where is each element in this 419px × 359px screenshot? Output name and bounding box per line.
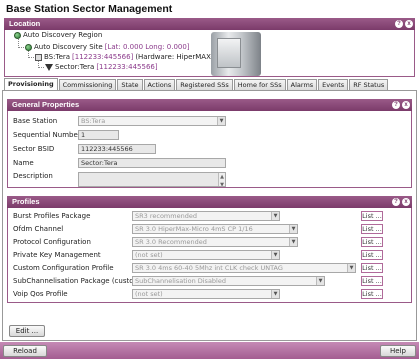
name-field[interactable]: Sector:Tera [78, 158, 226, 168]
edit-button[interactable]: Edit ... [9, 325, 45, 337]
profile-label: SubChannelisation Package (custom) [13, 277, 144, 285]
sector-antenna-icon [45, 63, 53, 71]
general-close-icon[interactable]: x [402, 101, 410, 109]
location-tree-panel: Auto Discovery Region Auto Discovery Sit… [4, 30, 415, 77]
profile-label: Burst Profiles Package [13, 212, 91, 220]
tab-commissioning[interactable]: Commissioning [58, 79, 117, 90]
profile-label: Custom Configuration Profile [13, 264, 114, 272]
protocol-configuration-list-button[interactable]: List ... [361, 237, 383, 247]
general-help-icon[interactable]: ? [392, 101, 400, 109]
chevron-down-icon: ▼ [289, 225, 297, 233]
globe-icon [14, 31, 21, 39]
private-key-management-select[interactable]: (not set) ▼ [132, 250, 280, 260]
chevron-down-icon: ▼ [217, 117, 225, 125]
tree-node-sector[interactable]: Sector:Tera [112233:445566] [45, 63, 158, 71]
sector-bsid-field[interactable]: 112233:445566 [78, 144, 156, 154]
chevron-down-icon: ▼ [289, 238, 297, 246]
site-globe-icon [25, 43, 32, 51]
custom-configuration-list-button[interactable]: List ... [361, 263, 383, 273]
tab-events[interactable]: Events [318, 79, 349, 90]
description-textarea[interactable]: ▲ ▼ [78, 172, 226, 187]
voip-qos-profile-select[interactable]: (not set) ▼ [132, 289, 280, 299]
base-station-select[interactable]: BS:Tera ▼ [78, 116, 226, 126]
help-icon[interactable]: ? [395, 20, 403, 28]
custom-configuration-profile-select[interactable]: SR 3.0 4ms 60-40 5Mhz int CLK check UNTA… [132, 263, 356, 273]
name-label: Name [13, 159, 34, 167]
profile-label: Private Key Management [13, 251, 101, 259]
sequential-number-field[interactable]: 1 [78, 130, 119, 140]
general-properties-header: General Properties ? x [7, 99, 412, 111]
tab-rf-status[interactable]: RF Status [349, 79, 389, 90]
profile-label: Ofdm Channel [13, 225, 64, 233]
provisioning-panel: General Properties ? x Base Station BS:T… [2, 90, 417, 341]
chevron-down-icon: ▼ [271, 251, 279, 259]
ofdm-channel-list-button[interactable]: List ... [361, 224, 383, 234]
chevron-down-icon: ▼ [271, 290, 279, 298]
base-station-icon [35, 53, 42, 61]
profiles-header: Profiles ? x [7, 196, 412, 208]
profiles-close-icon[interactable]: x [402, 198, 410, 206]
profile-label: Protocol Configuration [13, 238, 91, 246]
help-button[interactable]: Help [380, 345, 416, 357]
footer-bar: Reload Help [0, 342, 419, 359]
location-header: Location ? x [4, 18, 415, 30]
voip-qos-list-button[interactable]: List ... [361, 289, 383, 299]
description-label: Description [13, 172, 53, 180]
tab-provisioning[interactable]: Provisioning [4, 78, 58, 90]
chevron-down-icon: ▼ [316, 277, 324, 285]
tab-bar: Provisioning Commissioning State Actions… [4, 78, 389, 90]
tree-node-base-station[interactable]: BS:Tera [112233:445566] (Hardware: HiperM… [35, 53, 235, 61]
ofdm-channel-select[interactable]: SR 3.0 HiperMax-Micro 4mS CP 1/16 ▼ [132, 224, 298, 234]
sector-bsid-label: Sector BSID [13, 145, 55, 153]
burst-profiles-select[interactable]: SR3 recommended ▼ [132, 211, 280, 221]
tab-registered-sss[interactable]: Registered SSs [176, 79, 233, 90]
burst-profiles-list-button[interactable]: List ... [361, 211, 383, 221]
window-title: Base Station Sector Management [6, 3, 173, 15]
tree-node-site[interactable]: Auto Discovery Site [Lat: 0.000 Long: 0.… [25, 43, 190, 51]
protocol-configuration-select[interactable]: SR 3.0 Recommended ▼ [132, 237, 298, 247]
general-properties-body: Base Station BS:Tera ▼ Sequential Number… [7, 111, 412, 188]
close-icon[interactable]: x [405, 20, 413, 28]
chevron-down-icon: ▼ [347, 264, 355, 272]
reload-button[interactable]: Reload [3, 345, 47, 357]
base-station-label: Base Station [13, 117, 58, 125]
profiles-help-icon[interactable]: ? [392, 198, 400, 206]
device-image [211, 32, 261, 76]
description-scrollbar[interactable]: ▲ ▼ [218, 173, 225, 186]
tab-home-for-sss[interactable]: Home for SSs [233, 79, 286, 90]
tab-actions[interactable]: Actions [143, 79, 176, 90]
tab-alarms[interactable]: Alarms [286, 79, 318, 90]
location-header-label: Location [9, 19, 41, 28]
tab-state[interactable]: State [117, 79, 143, 90]
subchannelisation-list-button[interactable]: List ... [361, 276, 383, 286]
private-key-management-list-button[interactable]: List ... [361, 250, 383, 260]
sequential-number-label: Sequential Number [13, 131, 81, 139]
tree-node-region[interactable]: Auto Discovery Region [14, 31, 102, 39]
profiles-body: Burst Profiles Package SR3 recommended ▼ … [7, 208, 412, 303]
chevron-down-icon: ▼ [271, 212, 279, 220]
subchannelisation-package-select[interactable]: SubChannelisation Disabled ▼ [132, 276, 325, 286]
profile-label: Voip Qos Profile [13, 290, 68, 298]
